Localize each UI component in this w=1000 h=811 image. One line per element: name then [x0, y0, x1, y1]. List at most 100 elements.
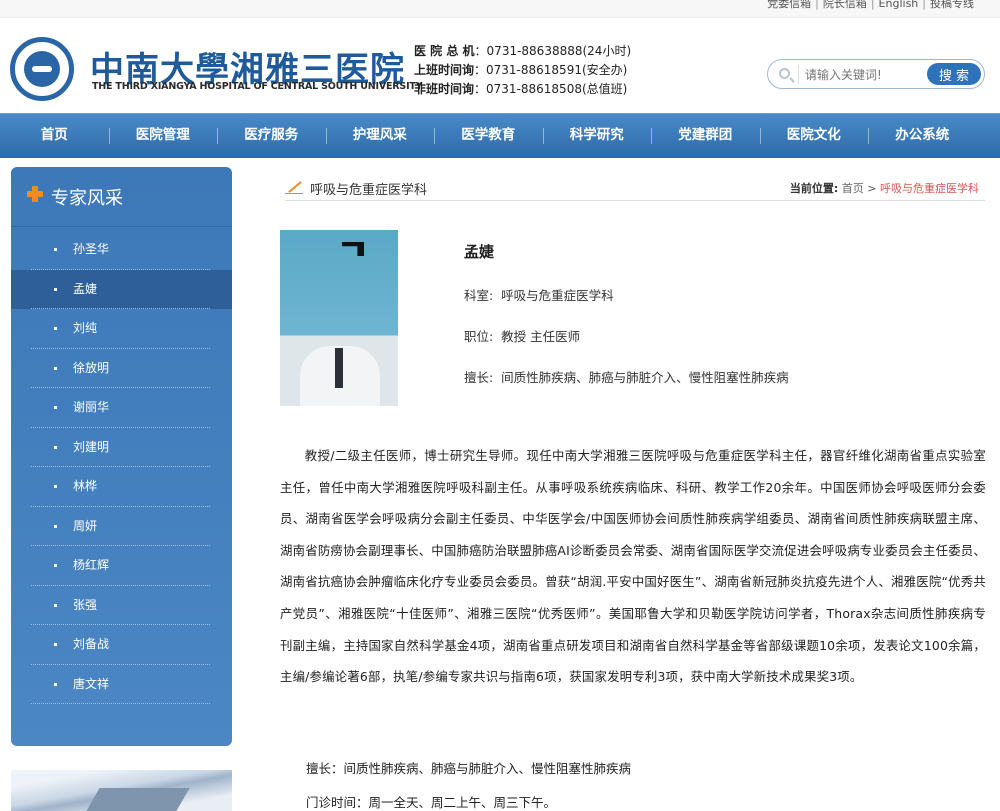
- logo-english-name: THE THIRD XIANGYA HOSPITAL OF CENTRAL SO…: [92, 81, 423, 92]
- breadcrumb-label: 当前位置:: [789, 182, 839, 195]
- bullet-icon: [54, 603, 57, 607]
- site-header: 中南大學湘雅三医院 THE THIRD XIANGYA HOSPITAL OF …: [0, 18, 1000, 113]
- phone-line-offhours: 非班时间询：0731-88618508(总值班): [414, 80, 631, 99]
- plus-icon: [27, 186, 43, 202]
- phone-label: 上班时间询: [414, 63, 475, 77]
- pencil-icon: [285, 180, 303, 194]
- breadcrumb-separator: >: [867, 182, 877, 195]
- nav-party-building[interactable]: 党建群团: [651, 114, 760, 158]
- main-nav: 首页 医院管理 医疗服务 护理风采 医学教育 科学研究 党建群团 医院文化 办公…: [0, 113, 1000, 158]
- toplink-president-mailbox[interactable]: 院长信箱: [823, 0, 867, 10]
- nav-research[interactable]: 科学研究: [542, 114, 652, 158]
- sidebar-item-expert-active[interactable]: 孟婕: [11, 269, 232, 309]
- top-links: 党委信箱 | 院长信箱 | English | 投稿专线: [767, 0, 974, 11]
- doctor-department: 科室: 呼吸与危重症医学科: [464, 285, 614, 304]
- hospital-building-image: [11, 770, 232, 811]
- sidebar-item-label: 孙圣华: [73, 242, 110, 256]
- sidebar-item-label: 杨红辉: [73, 558, 110, 572]
- doctor-specialty: 擅长: 间质性肺疾病、肺癌与肺脏介入、慢性阻塞性肺疾病: [464, 367, 789, 386]
- sidebar-item-label: 唐文祥: [73, 676, 110, 691]
- sidebar-item-label: 刘备战: [73, 637, 110, 651]
- doctor-name: 孟婕: [464, 243, 495, 261]
- sidebar-item-expert[interactable]: 唐文祥: [11, 665, 232, 705]
- divider: |: [870, 0, 875, 10]
- doctor-biography: 教授/二级主任医师，博士研究生导师。现任中南大学湘雅三医院呼吸与危重症医学科主任…: [280, 448, 986, 685]
- doctor-photo: [280, 230, 398, 406]
- sidebar-item-expert[interactable]: 刘建明: [11, 428, 232, 468]
- breadcrumb: 当前位置: 首页 > 呼吸与危重症医学科: [790, 180, 979, 196]
- nav-hospital-management[interactable]: 医院管理: [108, 114, 218, 158]
- field-label: 擅长:: [464, 370, 494, 385]
- bullet-icon: [54, 366, 57, 370]
- phone-value: ：0731-88618508(总值班): [474, 82, 628, 96]
- phone-info: 医 院 总 机：0731-88638888(24小时) 上班时间询：0731-8…: [414, 42, 631, 99]
- sidebar: 专家风采 孙圣华 孟婕 刘纯 徐放明 谢丽华 刘建明 林桦 周妍 杨红辉 张强 …: [11, 167, 232, 746]
- sidebar-item-expert[interactable]: 杨红辉: [11, 546, 232, 586]
- bullet-icon: [54, 406, 57, 409]
- phone-label: 医 院 总 机: [414, 44, 475, 58]
- divider: |: [922, 0, 926, 10]
- nav-medical-services[interactable]: 医疗服务: [217, 114, 326, 158]
- phone-value: ：0731-88638888(24小时): [474, 44, 632, 58]
- sidebar-item-expert[interactable]: 周妍: [11, 507, 232, 547]
- logo-emblem: [24, 51, 60, 87]
- sidebar-item-expert[interactable]: 张强: [11, 586, 232, 626]
- nav-nursing[interactable]: 护理风采: [325, 114, 435, 158]
- specialty-line: 擅长：间质性肺疾病、肺癌与肺脏介入、慢性阻塞性肺疾病: [306, 761, 632, 776]
- field-label: 科室:: [464, 288, 494, 303]
- bullet-icon: [54, 524, 57, 528]
- phone-value: ：0731-88618591(安全办): [474, 63, 628, 77]
- sidebar-header: 专家风采: [11, 167, 232, 227]
- field-value: 教授 主任医师: [501, 329, 581, 344]
- sidebar-item-label: 孟婕: [73, 281, 98, 296]
- sidebar-item-expert[interactable]: 刘纯: [11, 309, 232, 349]
- search-input[interactable]: [798, 65, 926, 84]
- clinic-hours: 门诊时间：周一全天、周二上午、周三下午。: [306, 795, 557, 810]
- field-value: 间质性肺疾病、肺癌与肺脏介入、慢性阻塞性肺疾病: [501, 370, 789, 385]
- toplink-english[interactable]: English: [879, 0, 919, 10]
- nav-office-system[interactable]: 办公系统: [868, 114, 977, 158]
- field-value: 呼吸与危重症医学科: [501, 288, 614, 303]
- sidebar-item-label: 张强: [73, 597, 98, 612]
- search-box: 搜 索: [767, 59, 985, 89]
- sidebar-item-expert[interactable]: 徐放明: [11, 349, 232, 389]
- bullet-icon: [54, 445, 57, 449]
- breadcrumb-home[interactable]: 首页: [842, 182, 864, 195]
- top-strip: 党委信箱 | 院长信箱 | English | 投稿专线: [0, 0, 1000, 18]
- search-button[interactable]: 搜 索: [927, 63, 981, 85]
- expert-list: 孙圣华 孟婕 刘纯 徐放明 谢丽华 刘建明 林桦 周妍 杨红辉 张强 刘备战 唐…: [11, 230, 232, 704]
- breadcrumb-current[interactable]: 呼吸与危重症医学科: [880, 182, 979, 195]
- sidebar-title: 专家风采: [51, 188, 123, 209]
- sidebar-item-expert[interactable]: 刘备战: [11, 625, 232, 665]
- bullet-icon: [54, 564, 57, 567]
- sidebar-item-expert[interactable]: 林桦: [11, 467, 232, 507]
- divider: |: [815, 0, 819, 10]
- sidebar-item-expert[interactable]: 孙圣华: [11, 230, 232, 270]
- nav-medical-education[interactable]: 医学教育: [434, 114, 543, 158]
- phone-line-main: 医 院 总 机：0731-88638888(24小时): [414, 42, 631, 61]
- phone-line-work: 上班时间询：0731-88618591(安全办): [414, 61, 631, 80]
- bullet-icon: [54, 485, 57, 488]
- toplink-submission[interactable]: 投稿专线: [930, 0, 974, 10]
- doctor-position: 职位: 教授 主任医师: [464, 326, 580, 345]
- content-header: 呼吸与危重症医学科 当前位置: 首页 > 呼吸与危重症医学科: [285, 174, 985, 201]
- sidebar-item-label: 刘纯: [73, 321, 98, 335]
- bullet-icon: [54, 248, 57, 251]
- phone-label: 非班时间询: [414, 82, 475, 96]
- sidebar-item-label: 谢丽华: [73, 400, 110, 414]
- nav-hospital-culture[interactable]: 医院文化: [759, 114, 869, 158]
- nav-home[interactable]: 首页: [0, 114, 109, 158]
- photo-mark: [342, 242, 364, 256]
- sidebar-item-label: 周妍: [73, 518, 98, 533]
- sidebar-item-expert[interactable]: 谢丽华: [11, 388, 232, 428]
- search-icon: [779, 68, 790, 79]
- sidebar-item-label: 林桦: [73, 479, 98, 493]
- bullet-icon: [54, 643, 57, 646]
- department-title: 呼吸与危重症医学科: [310, 183, 428, 198]
- sidebar-item-label: 刘建明: [73, 439, 110, 454]
- hospital-logo-icon[interactable]: [10, 37, 74, 101]
- bullet-icon: [54, 287, 57, 291]
- field-label: 职位:: [464, 329, 494, 344]
- toplink-party-mailbox[interactable]: 党委信箱: [767, 0, 811, 10]
- bullet-icon: [54, 682, 57, 686]
